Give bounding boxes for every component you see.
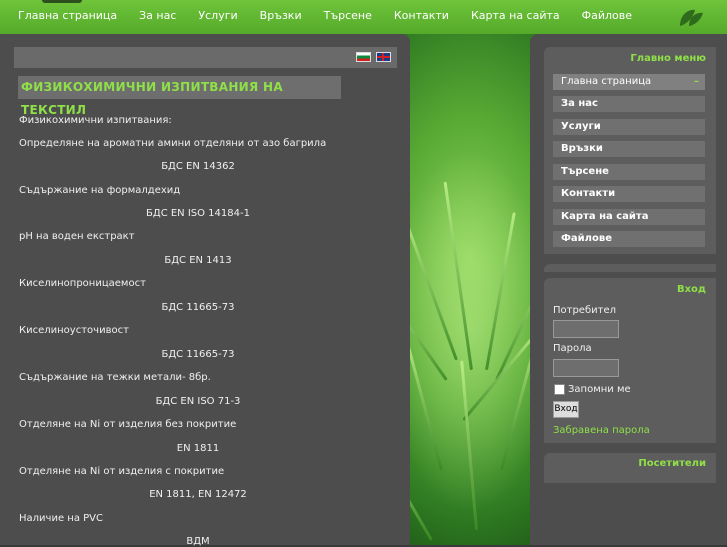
menu-item-links[interactable]: Връзки [553, 141, 705, 157]
nav-item-about[interactable]: За нас [139, 9, 176, 22]
article-standard: БДС EN 14362 [161, 161, 235, 172]
bulgarian-flag-icon[interactable] [356, 52, 371, 62]
article-line: pH на воден екстракт [19, 231, 135, 242]
article-standard: БДС 11665-73 [161, 349, 235, 360]
nav-item-files[interactable]: Файлове [582, 9, 632, 22]
nav-item-sitemap[interactable]: Карта на сайта [471, 9, 560, 22]
nav-item-search[interactable]: Търсене [324, 9, 372, 22]
main-menu-title: Главно меню [630, 53, 706, 64]
content-panel: ФИЗИКОХИМИЧНИ ИЗПИТВАНИЯ НА ТЕКСТИЛ Физи… [0, 34, 410, 547]
remember-me-checkbox[interactable] [554, 384, 565, 395]
nav-item-contacts[interactable]: Контакти [394, 9, 449, 22]
password-input[interactable] [553, 359, 619, 377]
nav-item-links[interactable]: Връзки [260, 9, 302, 22]
login-button[interactable]: Вход [553, 401, 579, 418]
forgot-password-link[interactable]: Забравена парола [553, 425, 650, 436]
menu-item-sitemap[interactable]: Карта на сайта [553, 209, 705, 225]
article-title: ФИЗИКОХИМИЧНИ ИЗПИТВАНИЯ НА ТЕКСТИЛ [18, 76, 341, 117]
menu-item-about[interactable]: За нас [553, 96, 705, 112]
menu-item-files[interactable]: Файлове [553, 231, 705, 247]
menu-item-contacts[interactable]: Контакти [553, 186, 705, 202]
top-navigation: Главна страница За нас Услуги Връзки Тър… [0, 0, 727, 34]
visitors-box: Посетители [544, 453, 716, 483]
article-line: Киселиноусточивост [19, 325, 129, 336]
leaf-logo-icon [680, 9, 703, 26]
article-line: Съдържание на тежки метали- 8бр. [19, 372, 211, 383]
username-input[interactable] [553, 320, 619, 338]
article-standard: EN 1811, EN 12472 [149, 489, 247, 500]
uk-flag-icon[interactable] [376, 52, 391, 62]
password-label: Парола [553, 343, 592, 354]
active-marker: – [694, 76, 699, 87]
menu-item-label: Главна страница [561, 76, 652, 87]
login-title: Вход [676, 284, 706, 295]
article-line: Отделяне на Ni от изделия с покритие [19, 466, 225, 477]
nav-item-services[interactable]: Услуги [198, 9, 237, 22]
article-line: Отделяне на Ni от изделия без покритие [19, 419, 237, 430]
nav-notch [42, 0, 82, 3]
article-line: Наличие на PVC [19, 513, 103, 524]
article-standard: БДС EN 1413 [164, 255, 232, 266]
menu-item-search[interactable]: Търсене [553, 164, 705, 180]
article-standard: ВДМ [186, 536, 210, 547]
sidebar-divider [544, 264, 716, 272]
article-line: Киселинопроницаемост [19, 278, 146, 289]
article-line: Съдържание на формалдехид [19, 185, 181, 196]
menu-item-home[interactable]: Главна страница – [553, 74, 705, 90]
article-standard: БДС EN ISO 14184-1 [146, 208, 250, 219]
article-standard: БДС 11665-73 [161, 302, 235, 313]
top-nav-list: Главна страница За нас Услуги Връзки Тър… [18, 9, 654, 22]
remember-me-label: Запомни ме [568, 384, 631, 395]
username-label: Потребител [553, 305, 616, 316]
article-standard: БДС EN ISO 71-3 [155, 396, 241, 407]
article-standard: EN 1811 [176, 443, 220, 454]
language-bar [14, 47, 397, 68]
nav-item-home[interactable]: Главна страница [18, 9, 117, 22]
menu-item-services[interactable]: Услуги [553, 119, 705, 135]
visitors-title: Посетители [638, 458, 706, 469]
article-line: Определяне на ароматни амини отделяни от… [19, 138, 327, 149]
article-line: Физикохимични изпитвания: [19, 115, 172, 126]
